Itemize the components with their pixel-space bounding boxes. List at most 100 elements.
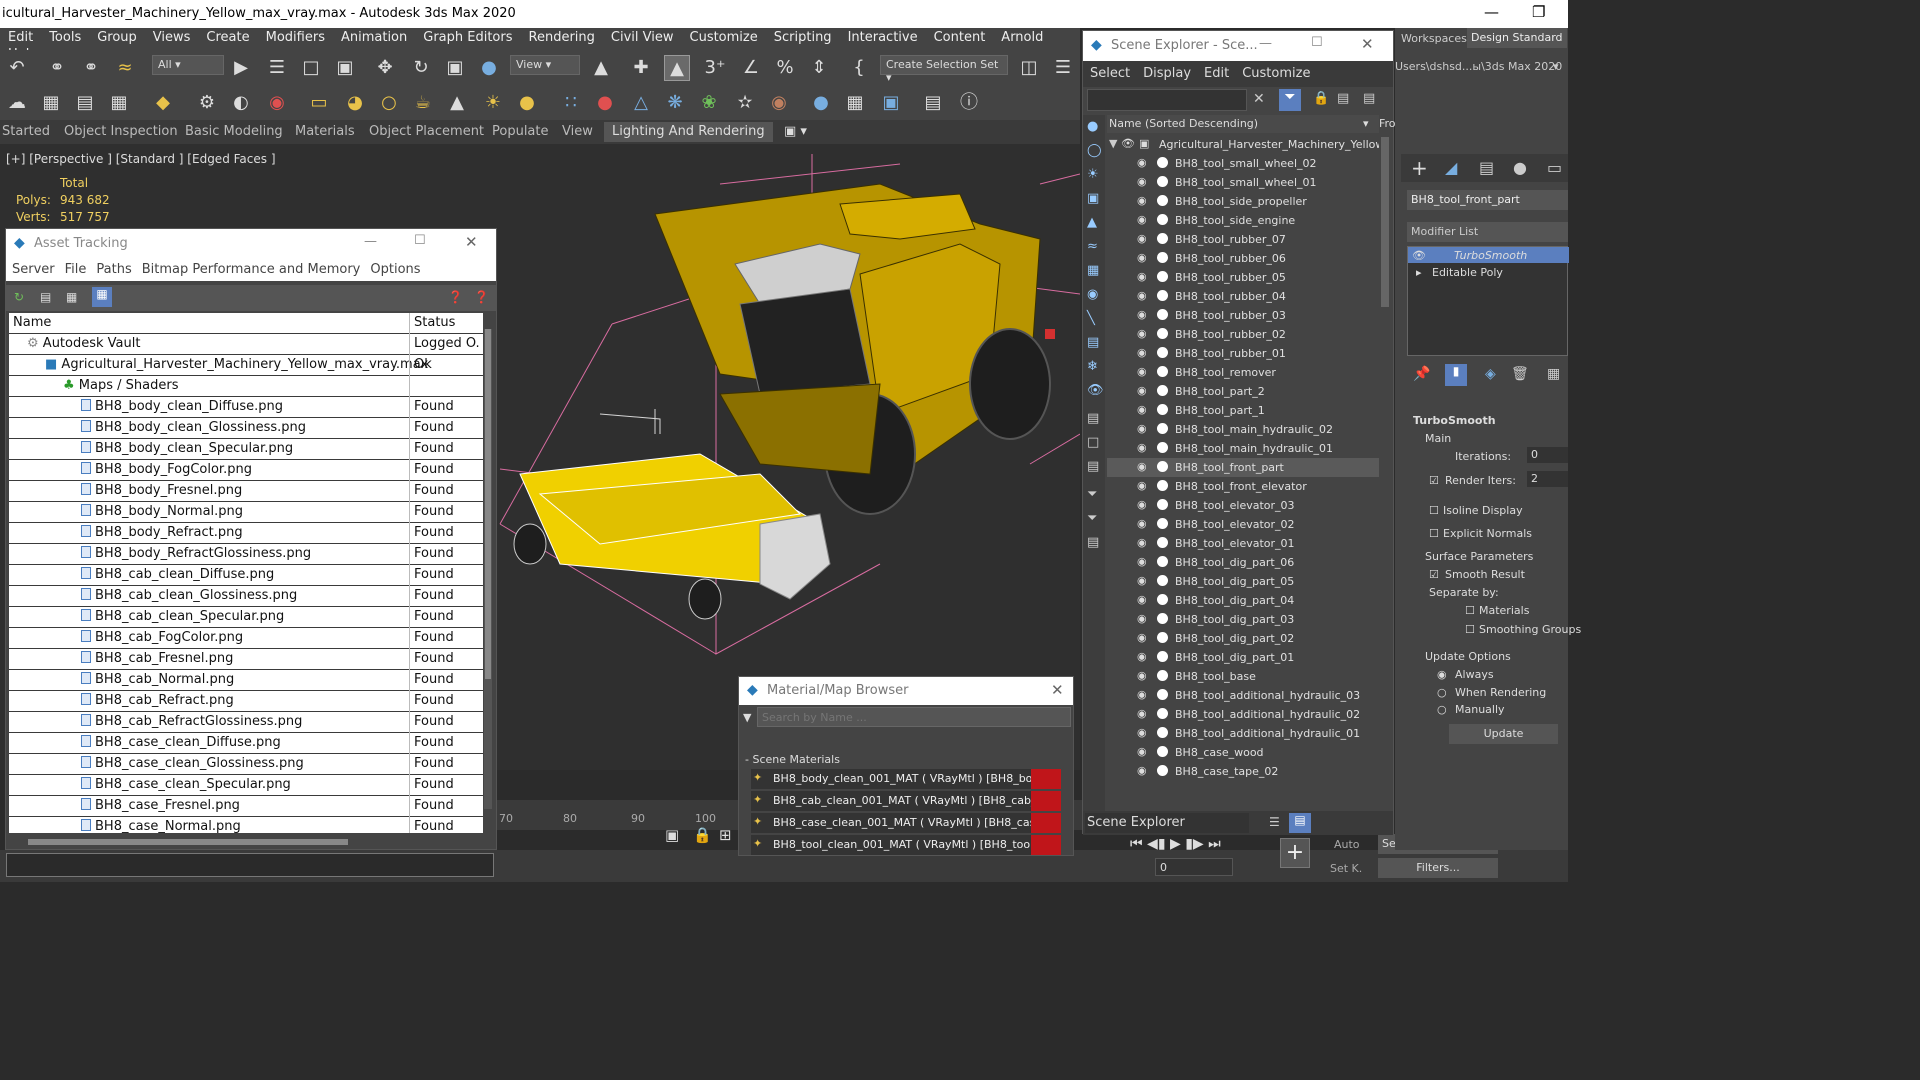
bind-space-warp-icon[interactable]: ≈ <box>112 55 138 81</box>
menu-tools[interactable]: Tools <box>41 28 89 45</box>
visibility-eye-icon[interactable]: ◉ <box>1137 441 1151 455</box>
modifier-list-dropdown[interactable]: Modifier List <box>1407 222 1568 242</box>
visibility-eye-icon[interactable]: ◉ <box>1137 650 1151 664</box>
table-row[interactable]: ■ Agricultural_Harvester_Machinery_Yello… <box>9 355 483 376</box>
table-row[interactable]: BH8_cab_clean_Glossiness.png Found <box>9 586 483 607</box>
menu-create[interactable]: Create <box>198 28 257 45</box>
frozen-column[interactable]: Fro <box>1379 117 1396 130</box>
edit-named-selection-icon[interactable]: { <box>846 55 872 81</box>
menu-animation[interactable]: Animation <box>333 28 415 45</box>
column-status[interactable]: Status <box>414 315 455 330</box>
table-row[interactable]: ⚙ Autodesk Vault Logged O. <box>9 334 483 355</box>
curve-editor-icon[interactable]: ◆ <box>150 90 176 116</box>
show-end-result-icon[interactable]: ▮ <box>1445 364 1467 386</box>
modify-tab-icon[interactable]: ◢ <box>1445 158 1457 177</box>
render-message-icon[interactable]: ▤ <box>920 90 946 116</box>
table-row[interactable]: BH8_case_Normal.png Found <box>9 817 483 833</box>
scene-item[interactable]: ◉ BH8_tool_base <box>1107 667 1379 686</box>
window-crossing-icon[interactable]: ▣ <box>332 55 358 81</box>
unlink-icon[interactable]: ⚭ <box>78 55 104 81</box>
visibility-eye-icon[interactable]: ◉ <box>1137 403 1151 417</box>
table-view-icon[interactable]: ▦ <box>92 287 112 307</box>
render-frame-icon[interactable]: ● <box>808 90 834 116</box>
menu-views[interactable]: Views <box>145 28 199 45</box>
minimize-icon[interactable]: — <box>1259 36 1272 51</box>
visibility-eye-icon[interactable]: ◉ <box>1137 308 1151 322</box>
keyboard-shortcut-override-icon[interactable]: ▲ <box>664 55 690 81</box>
scene-item[interactable]: ◉ BH8_tool_rubber_05 <box>1107 268 1379 287</box>
scene-item[interactable]: ◉ BH8_tool_part_1 <box>1107 401 1379 420</box>
menu-edit[interactable]: Edit <box>0 28 41 45</box>
scene-item[interactable]: ◉ BH8_tool_dig_part_02 <box>1107 629 1379 648</box>
scene-item[interactable]: ◉ BH8_tool_main_hydraulic_01 <box>1107 439 1379 458</box>
visibility-eye-icon[interactable]: ◉ <box>1137 422 1151 436</box>
minimize-icon[interactable]: — <box>364 234 377 249</box>
visibility-eye-icon[interactable]: ◉ <box>1137 327 1151 341</box>
refresh-icon[interactable]: ↻ <box>14 290 24 304</box>
visibility-eye-icon[interactable]: ◉ <box>1137 555 1151 569</box>
close-icon[interactable]: ✕ <box>1361 35 1374 53</box>
scene-item[interactable]: ◉ BH8_tool_rubber_04 <box>1107 287 1379 306</box>
scene-root-item[interactable]: ▼ 👁 ▣ Agricultural_Harvester_Machinery_Y… <box>1107 135 1379 154</box>
select-none-icon[interactable]: ☁ <box>4 90 30 116</box>
close-icon[interactable]: ✕ <box>465 233 478 251</box>
table-row[interactable]: BH8_body_Normal.png Found <box>9 502 483 523</box>
scene-item[interactable]: ◉ BH8_case_tape_02 <box>1107 762 1379 781</box>
help-icon[interactable]: ⓘ <box>956 90 982 116</box>
undo-icon[interactable]: ↶ <box>4 55 30 81</box>
material-item[interactable]: ✦ BH8_body_clean_001_MAT ( VRayMtl ) [BH8… <box>751 769 1061 789</box>
sun-icon[interactable]: ☀ <box>480 90 506 116</box>
scene-scrollbar[interactable] <box>1381 137 1389 307</box>
table-row[interactable]: BH8_cab_Fresnel.png Found <box>9 649 483 670</box>
plant-icon[interactable]: ❀ <box>696 90 722 116</box>
scene-item[interactable]: ◉ BH8_tool_side_engine <box>1107 211 1379 230</box>
materials-checkbox[interactable]: ☐ <box>1465 604 1475 617</box>
visibility-eye-icon[interactable]: ◉ <box>1137 726 1151 740</box>
hair-icon[interactable]: ✫ <box>732 90 758 116</box>
move-icon[interactable]: ✥ <box>372 55 398 81</box>
scene-item[interactable]: ◉ BH8_tool_dig_part_01 <box>1107 648 1379 667</box>
menu-civil-view[interactable]: Civil View <box>603 28 682 45</box>
browser-options-icon[interactable]: ▼ <box>743 711 751 724</box>
collapse-icon[interactable]: ▼ <box>1109 137 1117 150</box>
menu-customize[interactable]: Customize <box>682 28 766 45</box>
table-row[interactable]: BH8_cab_FogColor.png Found <box>9 628 483 649</box>
key-filters-button[interactable]: Filters... <box>1378 858 1498 878</box>
sort-icon[interactable]: ▾ <box>1363 117 1369 130</box>
table-row[interactable]: BH8_body_clean_Specular.png Found <box>9 439 483 460</box>
close-icon[interactable]: ✕ <box>1051 681 1064 699</box>
material-item[interactable]: ✦ BH8_tool_clean_001_MAT ( VRayMtl ) [BH8… <box>751 835 1061 855</box>
scene-item[interactable]: ◉ BH8_tool_rubber_06 <box>1107 249 1379 268</box>
menu-select[interactable]: Select <box>1090 66 1130 81</box>
visibility-eye-icon[interactable]: ◉ <box>1137 213 1151 227</box>
render-setup-icon[interactable]: ◉ <box>264 90 290 116</box>
project-path-dropdown-icon[interactable]: ▾ <box>1553 60 1559 73</box>
turbosmooth-rollout[interactable]: TurboSmooth <box>1413 414 1496 427</box>
column-name[interactable]: Name <box>13 315 51 330</box>
align-icon[interactable]: ☰ <box>1050 55 1076 81</box>
auto-key-button[interactable]: Auto <box>1334 838 1360 851</box>
stack-item-editable-poly[interactable]: Editable Poly <box>1432 266 1503 279</box>
menu-content[interactable]: Content <box>926 28 994 45</box>
tab-lighting-and-rendering[interactable]: Lighting And Rendering <box>604 122 773 142</box>
table-row[interactable]: BH8_case_Fresnel.png Found <box>9 796 483 817</box>
scene-item[interactable]: ◉ BH8_case_wood <box>1107 743 1379 762</box>
maximize-icon[interactable]: ☐ <box>414 233 426 248</box>
lock-icon[interactable]: 🔒 <box>1313 91 1329 106</box>
visibility-eye-icon[interactable]: ◉ <box>1137 289 1151 303</box>
visibility-eye-icon[interactable]: ◉ <box>1137 346 1151 360</box>
asset-hscrollbar[interactable] <box>28 839 348 845</box>
select-object-icon[interactable]: ▶ <box>228 55 254 81</box>
visibility-eye-icon[interactable]: ◉ <box>1137 745 1151 759</box>
tab-populate[interactable]: Populate <box>492 124 549 139</box>
material-search-input[interactable] <box>757 707 1071 727</box>
menu-paths[interactable]: Paths <box>96 262 131 277</box>
filter-icon[interactable]: ⏷ <box>1279 89 1301 111</box>
project-path[interactable]: Users\dshsd...ы\3ds Max 2020 <box>1395 60 1562 73</box>
always-radio[interactable]: ◉ <box>1437 668 1447 681</box>
table-row[interactable]: BH8_cab_RefractGlossiness.png Found <box>9 712 483 733</box>
thumbnail-view-icon[interactable]: ▦ <box>66 290 77 304</box>
visibility-eye-icon[interactable]: ◉ <box>1137 365 1151 379</box>
visibility-eye-icon[interactable]: ◉ <box>1137 707 1151 721</box>
menu-customize[interactable]: Customize <box>1242 66 1310 81</box>
